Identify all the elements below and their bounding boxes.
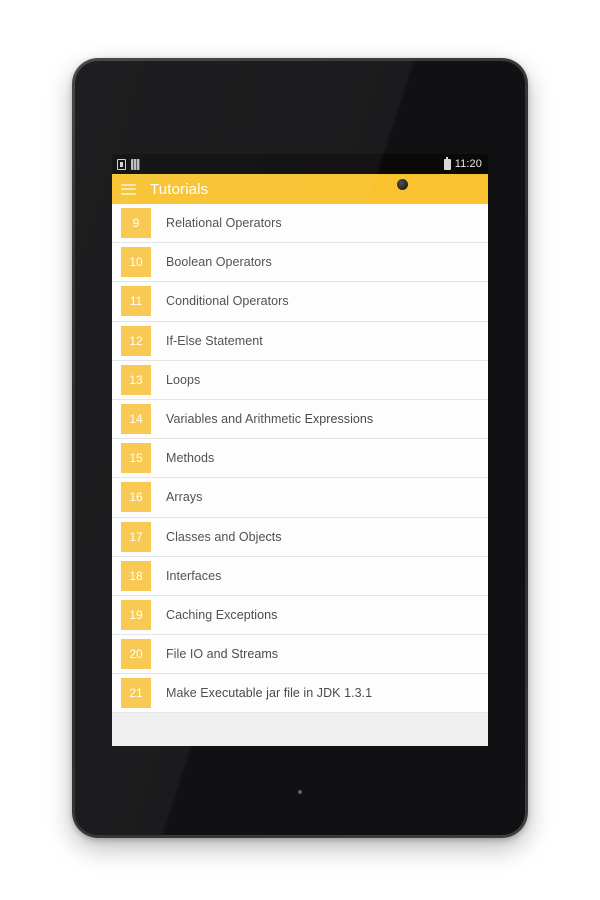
list-item[interactable]: 16 Arrays <box>112 478 488 518</box>
list-item[interactable]: 12 If-Else Statement <box>112 321 488 361</box>
status-bar: 11:20 <box>112 154 488 174</box>
list-item-number-badge: 13 <box>121 364 151 395</box>
list-item[interactable]: 20 File IO and Streams <box>112 635 488 675</box>
list-item-label: Interfaces <box>166 568 222 583</box>
list-item[interactable]: 11 Conditional Operators <box>112 282 488 322</box>
list-item-label: Boolean Operators <box>166 255 272 270</box>
signal-bars-icon <box>131 158 140 170</box>
front-camera-icon <box>397 179 408 190</box>
list-item[interactable]: 19 Caching Exceptions <box>112 595 488 636</box>
list-item-number-badge: 12 <box>121 325 151 356</box>
list-item-label: File IO and Streams <box>166 647 279 662</box>
list-item-number-badge: 17 <box>121 521 151 552</box>
list-item[interactable]: 9 Relational Operators <box>112 204 488 244</box>
tutorial-list[interactable]: 9 Relational Operators 10 Boolean Operators… <box>112 204 488 746</box>
list-item[interactable]: 21 Make Executable jar file in JDK 1.3.1 <box>112 674 488 714</box>
list-item-number-badge: 14 <box>121 404 151 435</box>
list-item-number-badge: 11 <box>121 286 151 317</box>
list-item-number-badge: 16 <box>121 482 151 513</box>
list-item-label: Caching Exceptions <box>166 607 278 622</box>
list-item-number-badge: 18 <box>121 560 151 591</box>
list-item-number-badge: 15 <box>121 443 151 474</box>
list-item-label: If-Else Statement <box>166 333 263 348</box>
notification-led-icon <box>298 790 302 794</box>
device-screen: 11:20 Tutorials 9 Relational Operators 10 B… <box>112 154 488 746</box>
list-item-label: Make Executable jar file in JDK 1.3.1 <box>166 686 373 701</box>
status-bar-right-icons: 11:20 <box>443 157 482 170</box>
list-item[interactable]: 10 Boolean Operators <box>112 243 488 283</box>
status-bar-left-icons <box>117 158 140 170</box>
status-bar-clock: 11:20 <box>454 158 482 170</box>
app-bar: Tutorials <box>112 174 488 204</box>
list-item[interactable]: 17 Classes and Objects <box>112 517 488 557</box>
list-item-number-badge: 20 <box>121 639 151 670</box>
list-item[interactable]: 13 Loops <box>112 360 488 400</box>
list-item-label: Arrays <box>166 490 203 505</box>
page-title: Tutorials <box>150 180 209 198</box>
device-bezel: 11:20 Tutorials 9 Relational Operators 10 B… <box>75 61 525 835</box>
list-item-label: Methods <box>166 451 215 466</box>
list-item-label: Variables and Arithmetic Expressions <box>166 412 374 427</box>
sim-card-icon <box>117 158 126 170</box>
list-item-number-badge: 21 <box>121 678 151 709</box>
list-item-number-badge: 10 <box>121 247 151 278</box>
battery-icon <box>443 157 451 170</box>
hamburger-menu-icon[interactable] <box>121 183 136 195</box>
list-item[interactable]: 18 Interfaces <box>112 556 488 596</box>
list-item-label: Conditional Operators <box>166 294 289 309</box>
list-item[interactable]: 14 Variables and Arithmetic Expressions <box>112 399 488 440</box>
list-item[interactable]: 15 Methods <box>112 439 488 479</box>
list-item-number-badge: 9 <box>121 208 151 239</box>
list-item-label: Loops <box>166 372 201 387</box>
list-item-label: Classes and Objects <box>166 529 282 544</box>
list-item-label: Relational Operators <box>166 216 282 231</box>
tablet-device-frame: 11:20 Tutorials 9 Relational Operators 10 B… <box>72 58 528 838</box>
list-item-number-badge: 19 <box>121 599 151 630</box>
